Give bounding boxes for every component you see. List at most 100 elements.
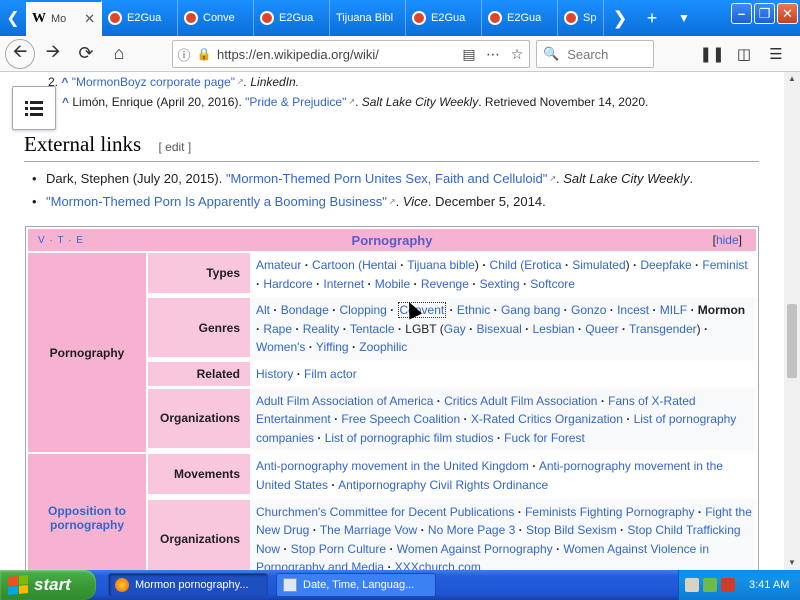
tab-e2guardian-3[interactable]: E2Gua bbox=[406, 0, 482, 36]
navbox-link[interactable]: Antipornography Civil Rights Ordinance bbox=[338, 478, 548, 492]
navbox-link[interactable]: Simulated bbox=[572, 258, 625, 272]
navbox-link[interactable]: Women Against Pornography bbox=[397, 542, 553, 556]
back-button[interactable]: 🡨 bbox=[5, 38, 35, 69]
navbox-hide-toggle[interactable]: [hide] bbox=[713, 233, 742, 247]
navbox-link[interactable]: Gay bbox=[444, 322, 466, 336]
navbox-link[interactable]: Revenge bbox=[421, 277, 469, 291]
navbox-title[interactable]: Pornography bbox=[28, 233, 756, 248]
navbox-link[interactable]: History bbox=[256, 367, 293, 381]
forward-button[interactable]: 🡪 bbox=[38, 39, 68, 69]
taskbar-window-datetime[interactable]: Date, Time, Languag... bbox=[276, 573, 436, 597]
tab-sp[interactable]: Sp bbox=[558, 0, 604, 36]
scrollbar-thumb[interactable] bbox=[787, 304, 797, 378]
external-link[interactable]: "Mormon-Themed Porn Unites Sex, Faith an… bbox=[226, 171, 556, 186]
navbox-link[interactable]: XXXchurch.com bbox=[395, 560, 481, 570]
restore-button[interactable]: ❐ bbox=[754, 3, 775, 24]
navbox-link[interactable]: MILF bbox=[660, 303, 687, 317]
navbox-link[interactable]: Tijuana bible bbox=[407, 258, 475, 272]
reference-link[interactable]: "Pride & Prejudice" bbox=[245, 95, 355, 109]
opposition-link[interactable]: Opposition to pornography bbox=[28, 504, 146, 532]
navbox-link[interactable]: Amateur bbox=[256, 258, 301, 272]
navbox-link[interactable]: Free Speech Coalition bbox=[341, 412, 460, 426]
menu-icon[interactable]: ☰ bbox=[762, 40, 790, 68]
navbox-link[interactable]: X-Rated Critics Organization bbox=[471, 412, 623, 426]
security-shield-icon[interactable] bbox=[721, 578, 735, 592]
section-edit-link[interactable]: [ edit ] bbox=[158, 140, 191, 154]
reload-button[interactable]: ⟳ bbox=[71, 39, 101, 69]
network-icon[interactable] bbox=[685, 578, 699, 592]
home-button[interactable]: ⌂ bbox=[104, 39, 134, 69]
navbox-link[interactable]: List of pornographic film studios bbox=[325, 431, 494, 445]
tab-e2guardian-2[interactable]: E2Gua bbox=[254, 0, 330, 36]
navbox-link[interactable]: Incest bbox=[617, 303, 649, 317]
new-tab-button[interactable]: + bbox=[636, 8, 668, 29]
navbox-link[interactable]: Tentacle bbox=[350, 322, 395, 336]
url-text[interactable]: https://en.wikipedia.org/wiki/ bbox=[213, 47, 457, 62]
tab-wikipedia[interactable]: W Mo ✕ bbox=[26, 0, 102, 36]
navbox-link[interactable]: Cartoon ( bbox=[312, 258, 362, 272]
navbox-link[interactable]: Gang bang bbox=[501, 303, 560, 317]
info-icon[interactable]: ⓘ bbox=[173, 45, 195, 64]
scroll-up-arrow-icon[interactable]: ▲ bbox=[784, 72, 800, 86]
tab-convent[interactable]: Conve bbox=[178, 0, 254, 36]
navbox-link[interactable]: Feminist bbox=[702, 258, 747, 272]
close-window-button[interactable]: ✕ bbox=[777, 3, 798, 24]
navbox-link[interactable]: Stop Porn Culture bbox=[291, 542, 386, 556]
navbox-link[interactable]: Film actor bbox=[304, 367, 357, 381]
external-link[interactable]: "Mormon-Themed Porn Is Apparently a Boom… bbox=[46, 194, 396, 209]
navbox-link[interactable]: Alt bbox=[256, 303, 270, 317]
navbox-link[interactable]: Mobile bbox=[375, 277, 410, 291]
navbox-link[interactable]: Hardcore bbox=[263, 277, 312, 291]
navbox-link[interactable]: Anti-pornography movement in the United … bbox=[256, 459, 529, 473]
navbox-link[interactable]: Queer bbox=[585, 322, 618, 336]
navbox-link[interactable]: Child ( bbox=[490, 258, 525, 272]
page-actions-icon[interactable]: ⋯ bbox=[481, 46, 505, 63]
navbox-link[interactable]: Adult Film Association of America bbox=[256, 394, 433, 408]
address-bar[interactable]: ⓘ 🔒 https://en.wikipedia.org/wiki/ ▤ ⋯ ☆ bbox=[172, 40, 530, 68]
reference-backlink[interactable]: ^ bbox=[61, 75, 68, 89]
clock[interactable]: 3:41 AM bbox=[749, 579, 789, 591]
taskbar-window-firefox[interactable]: Mormon pornography... bbox=[108, 573, 268, 597]
search-box[interactable]: 🔍 Search bbox=[536, 40, 654, 68]
navbox-link[interactable]: Bisexual bbox=[476, 322, 521, 336]
bookmark-star-icon[interactable]: ☆ bbox=[505, 46, 529, 63]
navbox-link[interactable]: Rape bbox=[263, 322, 292, 336]
navbox-link[interactable]: Women's bbox=[256, 340, 305, 354]
reference-backlink[interactable]: ^ bbox=[62, 95, 69, 109]
navbox-link[interactable]: Sexting bbox=[480, 277, 520, 291]
navbox-link[interactable]: Yiffing bbox=[316, 340, 349, 354]
navbox-link[interactable]: Clopping bbox=[339, 303, 386, 317]
navbox-link[interactable]: Gonzo bbox=[571, 303, 606, 317]
navbox-vte-links[interactable]: V · T · E bbox=[38, 235, 84, 246]
navbox-link[interactable]: The Marriage Vow bbox=[320, 523, 417, 537]
tab-tijuana-bible[interactable]: Tijuana Bibl bbox=[330, 0, 406, 36]
navbox-link[interactable]: No More Page 3 bbox=[428, 523, 515, 537]
tab-scroll-right-button[interactable]: ❯ bbox=[604, 8, 636, 29]
minimize-button[interactable]: – bbox=[731, 3, 752, 24]
navbox-link[interactable]: Zoophilic bbox=[359, 340, 407, 354]
navbox-link[interactable]: Hentai bbox=[362, 258, 397, 272]
tab-e2guardian-1[interactable]: E2Gua bbox=[102, 0, 178, 36]
navbox-link[interactable]: Critics Adult Film Association bbox=[444, 394, 597, 408]
navbox-link[interactable]: Bondage bbox=[281, 303, 329, 317]
navbox-link[interactable]: Fuck for Forest bbox=[504, 431, 585, 445]
update-icon[interactable] bbox=[703, 578, 717, 592]
navbox-link[interactable]: Lesbian bbox=[532, 322, 574, 336]
navbox-link[interactable]: Erotica bbox=[524, 258, 561, 272]
navbox-link[interactable]: Feminists Fighting Pornography bbox=[525, 505, 694, 519]
table-of-contents-button[interactable] bbox=[12, 86, 56, 130]
library-icon[interactable]: ❚❚ bbox=[698, 40, 726, 68]
tab-e2guardian-4[interactable]: E2Gua bbox=[482, 0, 558, 36]
scroll-down-arrow-icon[interactable]: ▼ bbox=[784, 556, 800, 570]
navbox-link[interactable]: Churchmen's Committee for Decent Publica… bbox=[256, 505, 514, 519]
sidebar-icon[interactable]: ◫ bbox=[730, 40, 758, 68]
tab-scroll-left-button[interactable]: ❮ bbox=[0, 0, 26, 36]
reference-link[interactable]: "MormonBoyz corporate page" bbox=[72, 75, 244, 89]
navbox-link[interactable]: Reality bbox=[303, 322, 340, 336]
navbox-link[interactable]: Transgender bbox=[629, 322, 697, 336]
tab-close-icon[interactable]: ✕ bbox=[84, 11, 95, 27]
lock-icon[interactable]: 🔒 bbox=[195, 47, 213, 61]
start-button[interactable]: start bbox=[0, 570, 96, 600]
navbox-link[interactable]: Softcore bbox=[530, 277, 575, 291]
navbox-link[interactable]: Deepfake bbox=[640, 258, 691, 272]
